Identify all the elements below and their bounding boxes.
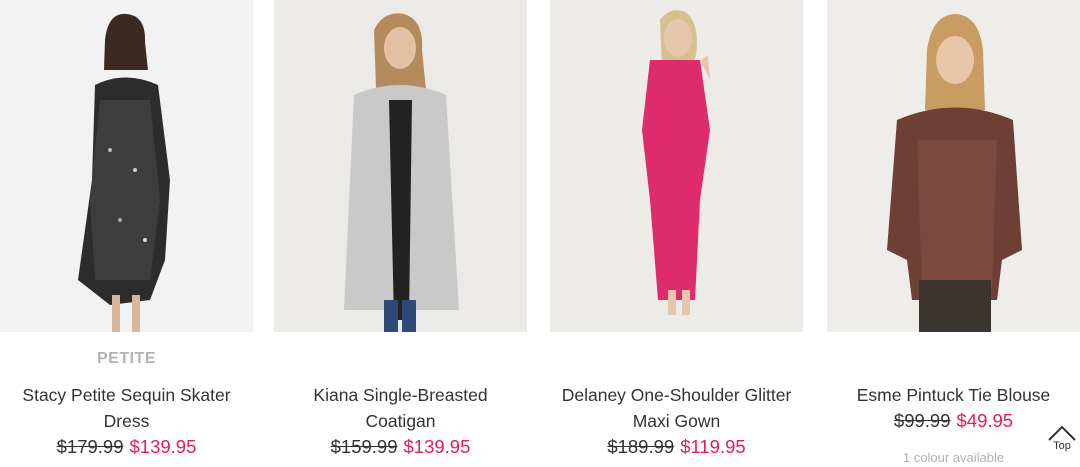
product-name[interactable]: Delaney One-Shoulder Glitter Maxi Gown [550,382,803,434]
colour-count: 1 colour available [902,450,1005,465]
was-price: $99.99 [893,410,951,431]
product-image[interactable] [274,0,527,332]
product-card[interactable]: Delaney One-Shoulder Glitter Maxi Gown $… [550,0,803,467]
product-badge: PETITE [96,350,156,367]
sale-price: $119.95 [680,436,746,457]
was-price: $159.99 [330,436,398,457]
product-card[interactable]: Kiana Single-Breasted Coatigan $159.99 $1… [274,0,527,467]
product-prices: $99.99 $49.95 [827,410,1080,432]
sale-price: $139.95 [403,436,471,457]
product-photo [642,10,710,315]
product-name[interactable]: Kiana Single-Breasted Coatigan [274,382,527,434]
product-prices: $189.99 $119.95 [550,436,803,458]
sale-price: $139.95 [129,436,197,457]
product-name[interactable]: Stacy Petite Sequin Skater Dress [0,382,253,434]
product-photo [78,13,170,332]
product-photo [887,14,1022,332]
product-grid: PETITE Stacy Petite Sequin Skater Dress … [0,0,1080,467]
product-prices: $159.99 $139.95 [274,436,527,458]
product-card[interactable]: Esme Pintuck Tie Blouse $99.99 $49.95 1 c… [827,0,1080,467]
product-card[interactable]: PETITE Stacy Petite Sequin Skater Dress … [0,0,253,467]
product-photo [344,13,459,332]
back-to-top-button[interactable]: Top [1044,424,1080,467]
product-image[interactable] [827,0,1080,332]
was-price: $189.99 [607,436,675,457]
product-image[interactable] [0,0,253,332]
sale-price: $49.95 [956,410,1014,431]
product-image[interactable] [550,0,803,332]
back-to-top-label: Top [1053,440,1071,452]
product-name[interactable]: Esme Pintuck Tie Blouse [827,382,1080,408]
product-prices: $179.99 $139.95 [0,436,253,458]
was-price: $179.99 [56,436,124,457]
